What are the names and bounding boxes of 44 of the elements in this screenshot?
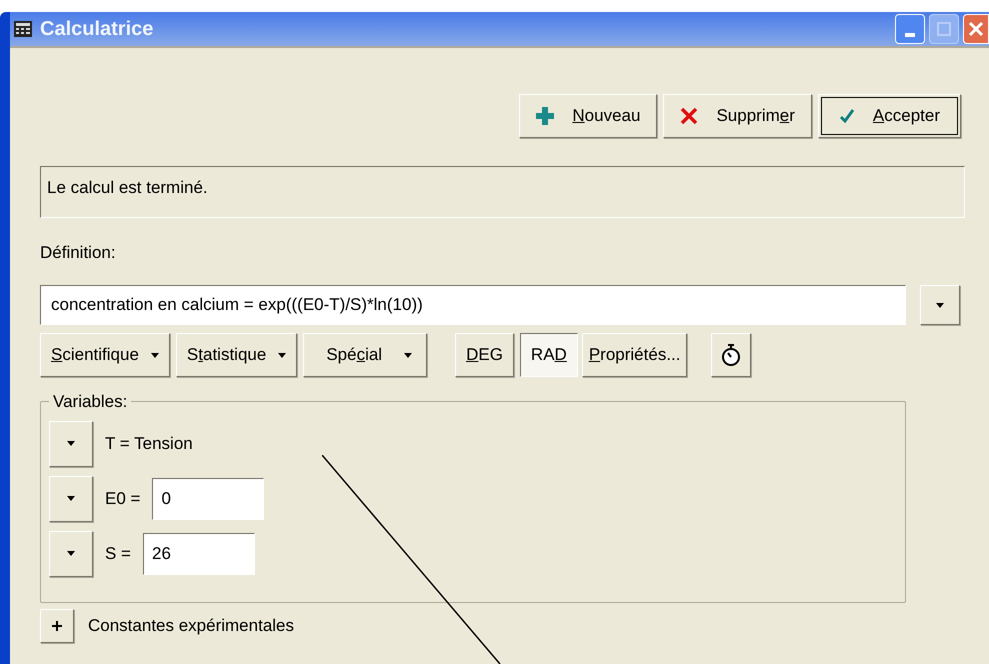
action-button[interactable]: Supprimer xyxy=(663,94,812,138)
action-button[interactable]: Accepter xyxy=(818,94,961,138)
plus-icon xyxy=(52,621,62,631)
definition-label: Définition: xyxy=(40,242,117,264)
variable-label: S = xyxy=(105,542,131,565)
minimize-icon xyxy=(905,33,915,37)
menu-button[interactable]: Spécial xyxy=(303,333,428,377)
close-button[interactable] xyxy=(963,14,989,44)
angle-unit-toggle[interactable]: RAD xyxy=(520,333,578,377)
timer-button[interactable] xyxy=(711,333,752,377)
minimize-button[interactable] xyxy=(895,14,925,44)
caret-icon xyxy=(150,352,159,358)
caret-icon xyxy=(67,441,75,446)
status-field: Le calcul est terminé. xyxy=(40,166,965,218)
variables-label: Variables: xyxy=(52,391,128,413)
properties-button[interactable]: Propriétés... xyxy=(582,333,688,377)
variable-menu-button[interactable] xyxy=(49,420,93,466)
variable-menu-button[interactable] xyxy=(49,476,93,522)
variable-field[interactable]: 0 xyxy=(152,478,264,520)
caret-icon xyxy=(404,352,412,358)
calculator-icon xyxy=(14,21,32,37)
angle-unit-toggle[interactable]: DEG xyxy=(455,333,514,377)
close-icon xyxy=(968,21,984,37)
menu-button[interactable]: Scientifique xyxy=(40,333,170,377)
menu-button[interactable]: Statistique xyxy=(176,333,298,377)
variable-menu-button[interactable] xyxy=(49,530,93,576)
caret-icon xyxy=(278,352,286,358)
caret-icon xyxy=(936,302,944,308)
formula-field[interactable]: concentration en calcium = exp(((E0-T)/S)*ln(10)) xyxy=(40,285,906,325)
plus-icon xyxy=(536,107,554,125)
window-title: Calculatrice xyxy=(40,17,154,42)
variable-label: E0 = xyxy=(105,488,140,510)
stopwatch-icon xyxy=(720,343,742,367)
caret-icon xyxy=(67,496,75,501)
variable-field[interactable]: 26 xyxy=(143,532,255,574)
check-icon xyxy=(838,108,855,124)
variable-label: T = Tension xyxy=(105,432,193,455)
action-button[interactable]: Nouveau xyxy=(519,94,658,138)
caret-icon xyxy=(67,551,75,556)
expand-button[interactable] xyxy=(40,609,74,643)
cross-icon xyxy=(680,107,698,125)
constants-label: Constantes expérimentales xyxy=(88,615,294,638)
maximize-icon xyxy=(937,22,951,36)
dropdown-button[interactable] xyxy=(920,285,960,325)
